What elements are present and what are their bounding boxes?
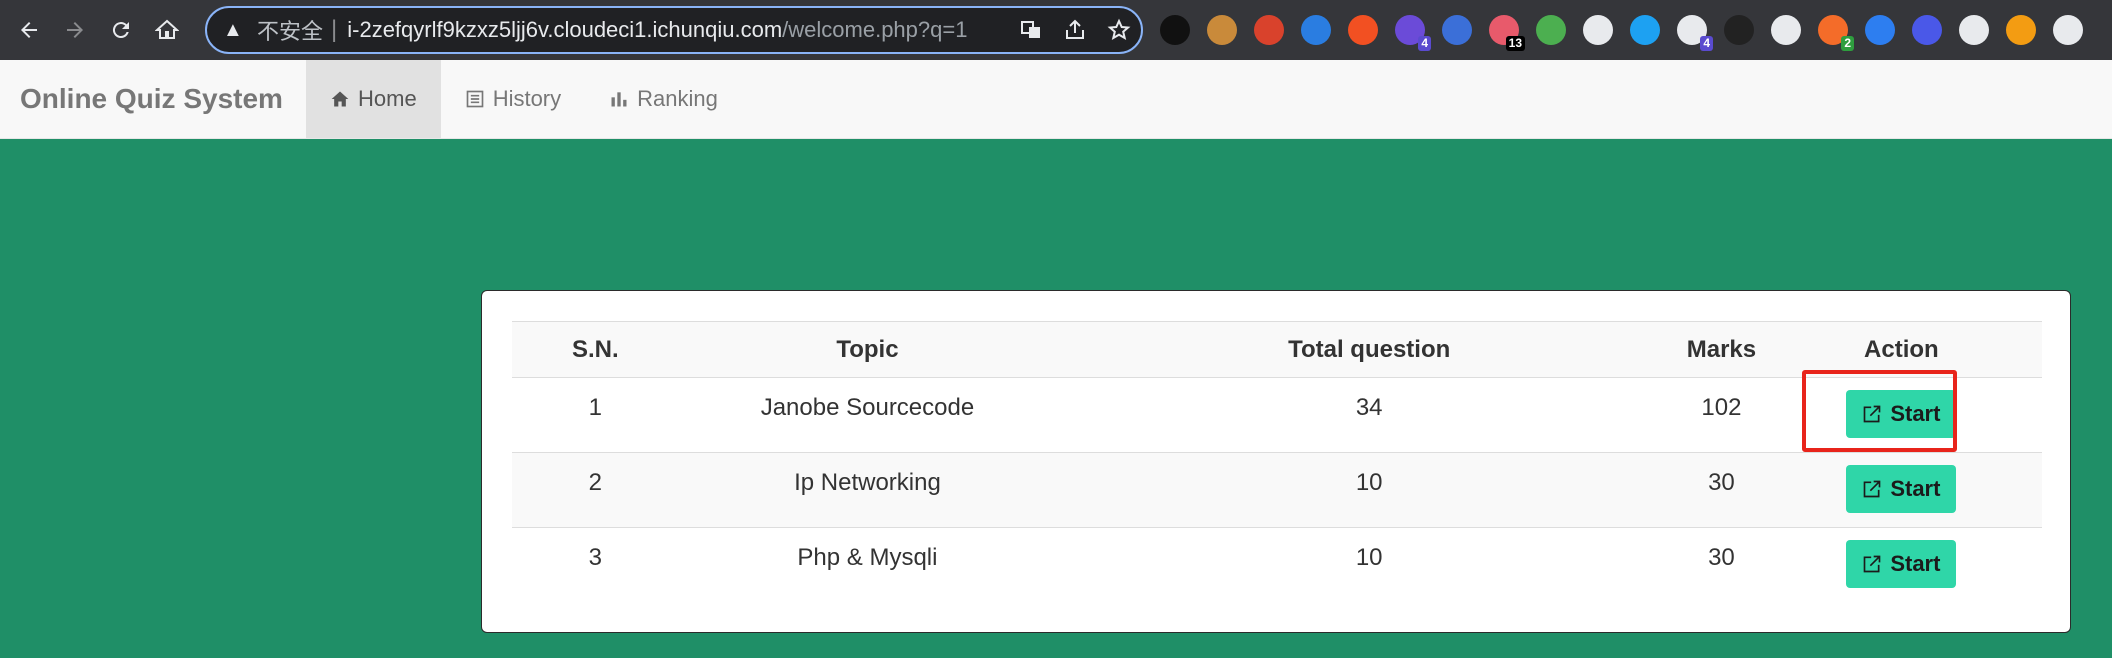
cell-marks: 30: [1682, 527, 1761, 603]
tool-icon[interactable]: 2: [1818, 15, 1854, 51]
cell-total: 10: [1056, 452, 1683, 528]
cell-marks: 30: [1682, 452, 1761, 528]
reload-icon: [112, 22, 129, 39]
start-button[interactable]: Start: [1846, 540, 1957, 588]
extension-badge: 4: [1418, 36, 1431, 51]
translate-icon[interactable]: [1348, 15, 1378, 45]
cookie-icon[interactable]: [1207, 15, 1237, 45]
hat-icon[interactable]: [1724, 15, 1754, 45]
ip-icon[interactable]: [1583, 15, 1613, 45]
extensions-bar: 4 13 4 2: [1160, 0, 2083, 60]
nav-history[interactable]: History: [441, 60, 585, 138]
cell-topic: Janobe Sourcecode: [760, 394, 975, 421]
app-navbar: Online Quiz System Home History Ranking: [0, 60, 2112, 139]
nav-home[interactable]: Home: [306, 60, 441, 138]
cell-action: Start: [1760, 452, 2042, 528]
external-link-icon: [1863, 555, 1881, 573]
url-text[interactable]: i-2zefqyrlf9kzxz5ljj6v.cloudeci1.ichunqi…: [347, 17, 987, 43]
cell-sn: 3: [512, 527, 679, 603]
cell-sn: 2: [512, 452, 679, 528]
nav-home-label: Home: [358, 86, 417, 111]
cell-marks: 102: [1701, 394, 1742, 421]
cube-icon[interactable]: 4: [1395, 15, 1431, 51]
cell-total: 34: [1355, 394, 1383, 421]
back-button[interactable]: [6, 7, 52, 53]
url-host: i-2zefqyrlf9kzxz5ljj6v.cloudeci1.ichunqi…: [347, 17, 783, 42]
nav-history-label: History: [492, 86, 562, 111]
cell-topic: Ip Networking: [678, 452, 1057, 528]
nav-ranking-label: Ranking: [637, 86, 718, 111]
header-topic: Topic: [678, 321, 1057, 378]
security-label: 不安全: [257, 19, 324, 44]
cell-total: 10: [1056, 527, 1683, 603]
home-icon: [331, 91, 349, 107]
separator: |: [331, 16, 338, 43]
arrow-left-icon: [21, 22, 37, 38]
reload-button[interactable]: [98, 7, 144, 53]
home-outline-icon: [155, 19, 179, 39]
mask-icon[interactable]: [1301, 15, 1331, 45]
glasses-icon[interactable]: [1959, 15, 1989, 45]
black-circle-icon[interactable]: [1160, 15, 1190, 45]
bar-chart-icon: [611, 92, 627, 107]
sidepanel-icon[interactable]: [2053, 15, 2083, 45]
warning-icon: ▲: [223, 18, 243, 41]
home-button[interactable]: [144, 7, 190, 53]
external-link-icon: [1863, 480, 1881, 498]
extension-badge: 2: [1841, 36, 1854, 51]
nav-ranking[interactable]: Ranking: [585, 60, 742, 138]
forward-button[interactable]: [52, 7, 98, 53]
arrow-out-icon[interactable]: [2006, 15, 2036, 45]
list-icon: [466, 90, 484, 108]
start-button-label: Start: [1890, 476, 1941, 501]
header-sn: S.N.: [512, 321, 679, 378]
extension-badge: 13: [1505, 36, 1525, 51]
spy-icon[interactable]: [1771, 15, 1801, 45]
firefox-icon[interactable]: [1442, 15, 1472, 45]
shapes-icon[interactable]: [1630, 15, 1660, 45]
quiz-table: S.N. Topic Total question Marks Action 1…: [512, 321, 2042, 603]
globe-icon[interactable]: [1536, 15, 1566, 45]
quiz-panel: S.N. Topic Total question Marks Action 1…: [481, 290, 2071, 633]
moon-icon[interactable]: [1912, 15, 1942, 45]
bars-icon[interactable]: [1865, 15, 1895, 45]
cell-action: Start: [1760, 527, 2042, 603]
extension-badge: 4: [1700, 36, 1713, 51]
cell-topic: Php & Mysqli: [678, 527, 1057, 603]
url-path: /welcome.php?q=1: [782, 17, 968, 42]
start-button[interactable]: Start: [1846, 465, 1957, 513]
highlight-box: [1802, 370, 1957, 452]
table-row: 2 Ip Networking 10 30 Start: [512, 452, 2042, 528]
address-bar[interactable]: ▲ 不安全 | i-2zefqyrlf9kzxz5ljj6v.cloudeci1…: [205, 6, 1143, 54]
cell-sn: 1: [588, 394, 603, 421]
omnibox-actions: [1019, 8, 1131, 52]
star-icon[interactable]: [1107, 18, 1131, 42]
browser-toolbar: ▲ 不安全 | i-2zefqyrlf9kzxz5ljj6v.cloudeci1…: [0, 0, 2112, 60]
brand-title[interactable]: Online Quiz System: [0, 60, 306, 138]
header-marks: Marks: [1682, 321, 1761, 378]
start-button-label: Start: [1890, 551, 1941, 576]
arrow-right-icon: [67, 22, 83, 38]
table-row: 3 Php & Mysqli 10 30 Start: [512, 527, 2042, 603]
rocket-icon[interactable]: 13: [1489, 15, 1525, 51]
share-icon[interactable]: [1063, 18, 1087, 42]
header-total-question: Total question: [1056, 321, 1683, 378]
qr-icon[interactable]: 4: [1677, 15, 1713, 51]
translate-page-icon[interactable]: [1019, 18, 1043, 42]
dice-icon[interactable]: [1254, 15, 1284, 45]
